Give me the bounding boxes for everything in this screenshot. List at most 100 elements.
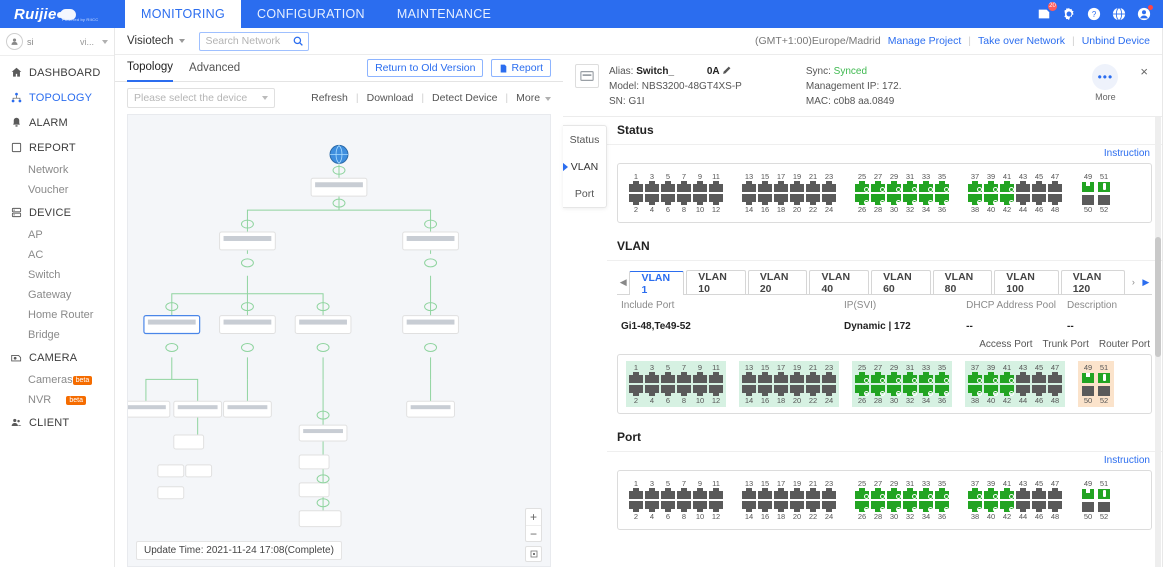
project-selector[interactable]: Visiotech: [127, 35, 186, 47]
port-jack-43[interactable]: [1016, 181, 1030, 192]
port-jack-41[interactable]: [1000, 488, 1014, 499]
port-jack-32[interactable]: [903, 501, 917, 512]
port-jack-42[interactable]: [1000, 385, 1014, 396]
port-jack-51[interactable]: [1097, 372, 1111, 383]
sidebar-item-client[interactable]: CLIENT: [0, 410, 114, 435]
vlan-tabs-overflow[interactable]: ›: [1127, 270, 1139, 294]
vlan-tab-vlan-10[interactable]: VLAN 10: [686, 270, 746, 295]
vlan-tab-vlan-100[interactable]: VLAN 100: [994, 270, 1059, 295]
more-button[interactable]: More: [516, 92, 551, 104]
port-jack-35[interactable]: [935, 372, 949, 383]
port-jack-31[interactable]: [903, 372, 917, 383]
port-jack-37[interactable]: [968, 181, 982, 192]
port-jack-52[interactable]: [1097, 194, 1111, 205]
port-jack-5[interactable]: [661, 488, 675, 499]
port-jack-44[interactable]: [1016, 501, 1030, 512]
sidebar-subitem-home-router[interactable]: Home Router: [0, 305, 114, 325]
port-jack-2[interactable]: [629, 194, 643, 205]
port-jack-21[interactable]: [806, 181, 820, 192]
port-jack-14[interactable]: [742, 501, 756, 512]
port-jack-36[interactable]: [935, 194, 949, 205]
port-jack-4[interactable]: [645, 501, 659, 512]
vlan-tab-vlan-120[interactable]: VLAN 120: [1060, 270, 1126, 295]
port-jack-39[interactable]: [984, 372, 998, 383]
port-jack-8[interactable]: [677, 501, 691, 512]
port-jack-1[interactable]: [629, 372, 643, 383]
port-jack-12[interactable]: [709, 194, 723, 205]
zoom-in-button[interactable]: +: [526, 509, 541, 525]
fit-view-button[interactable]: [525, 546, 542, 562]
sidebar-item-camera[interactable]: CAMERA: [0, 345, 114, 370]
port-jack-41[interactable]: [1000, 372, 1014, 383]
port-jack-2[interactable]: [629, 385, 643, 396]
port-jack-15[interactable]: [758, 372, 772, 383]
vlan-tab-vlan-20[interactable]: VLAN 20: [747, 270, 808, 295]
report-button[interactable]: Report: [491, 59, 551, 77]
port-jack-34[interactable]: [919, 501, 933, 512]
port-jack-24[interactable]: [822, 194, 836, 205]
port-jack-47[interactable]: [1048, 488, 1062, 499]
port-jack-35[interactable]: [935, 488, 949, 499]
port-jack-17[interactable]: [774, 181, 788, 192]
port-jack-17[interactable]: [774, 488, 788, 499]
refresh-button[interactable]: Refresh: [311, 92, 348, 104]
port-jack-43[interactable]: [1016, 372, 1030, 383]
port-jack-32[interactable]: [903, 194, 917, 205]
sidebar-item-topology[interactable]: TOPOLOGY: [0, 85, 114, 110]
port-jack-34[interactable]: [919, 194, 933, 205]
port-jack-14[interactable]: [742, 194, 756, 205]
port-jack-39[interactable]: [984, 488, 998, 499]
port-jack-46[interactable]: [1032, 501, 1046, 512]
port-jack-31[interactable]: [903, 181, 917, 192]
vlan-tab-vlan-60[interactable]: VLAN 60: [871, 270, 931, 295]
port-jack-11[interactable]: [709, 488, 723, 499]
port-jack-9[interactable]: [693, 181, 707, 192]
take-over-network-link[interactable]: Take over Network: [978, 35, 1065, 47]
download-button[interactable]: Download: [367, 92, 414, 104]
port-jack-40[interactable]: [984, 501, 998, 512]
topology-canvas[interactable]: Update Time: 2021-11-24 17:08(Complete) …: [127, 114, 551, 567]
port-jack-10[interactable]: [693, 501, 707, 512]
tab-advanced[interactable]: Advanced: [189, 55, 240, 82]
port-jack-15[interactable]: [758, 181, 772, 192]
port-jack-5[interactable]: [661, 181, 675, 192]
vlan-tabs-next-button[interactable]: ▶: [1140, 270, 1152, 294]
port-jack-12[interactable]: [709, 385, 723, 396]
port-jack-48[interactable]: [1048, 385, 1062, 396]
port-jack-45[interactable]: [1032, 488, 1046, 499]
port-jack-8[interactable]: [677, 385, 691, 396]
port-jack-52[interactable]: [1097, 501, 1111, 512]
topnav-item-configuration[interactable]: CONFIGURATION: [241, 0, 381, 28]
topnav-item-monitoring[interactable]: MONITORING: [125, 0, 242, 28]
port-jack-21[interactable]: [806, 488, 820, 499]
port-jack-38[interactable]: [968, 501, 982, 512]
sidebar-subitem-ap[interactable]: AP: [0, 225, 114, 245]
globe-icon[interactable]: [1112, 7, 1126, 21]
sidebar-subitem-ac[interactable]: AC: [0, 245, 114, 265]
port-jack-20[interactable]: [790, 501, 804, 512]
sidebar-item-device[interactable]: DEVICE: [0, 200, 114, 225]
port-jack-27[interactable]: [871, 372, 885, 383]
port-jack-19[interactable]: [790, 488, 804, 499]
port-jack-49[interactable]: [1081, 181, 1095, 192]
port-jack-23[interactable]: [822, 372, 836, 383]
port-jack-48[interactable]: [1048, 501, 1062, 512]
manage-project-link[interactable]: Manage Project: [888, 35, 962, 47]
port-jack-13[interactable]: [742, 181, 756, 192]
port-jack-1[interactable]: [629, 181, 643, 192]
port-jack-13[interactable]: [742, 488, 756, 499]
port-jack-3[interactable]: [645, 372, 659, 383]
port-jack-17[interactable]: [774, 372, 788, 383]
vlan-tabs-prev-button[interactable]: ◀: [617, 270, 629, 294]
port-jack-27[interactable]: [871, 181, 885, 192]
port-jack-20[interactable]: [790, 385, 804, 396]
status-instruction-link[interactable]: Instruction: [607, 145, 1162, 163]
port-jack-32[interactable]: [903, 385, 917, 396]
port-jack-10[interactable]: [693, 385, 707, 396]
port-jack-40[interactable]: [984, 194, 998, 205]
port-jack-3[interactable]: [645, 181, 659, 192]
user-selector[interactable]: si vi...: [0, 28, 114, 56]
port-jack-29[interactable]: [887, 488, 901, 499]
vlan-tab-vlan-1[interactable]: VLAN 1: [629, 271, 685, 296]
tab-topology[interactable]: Topology: [127, 55, 174, 82]
